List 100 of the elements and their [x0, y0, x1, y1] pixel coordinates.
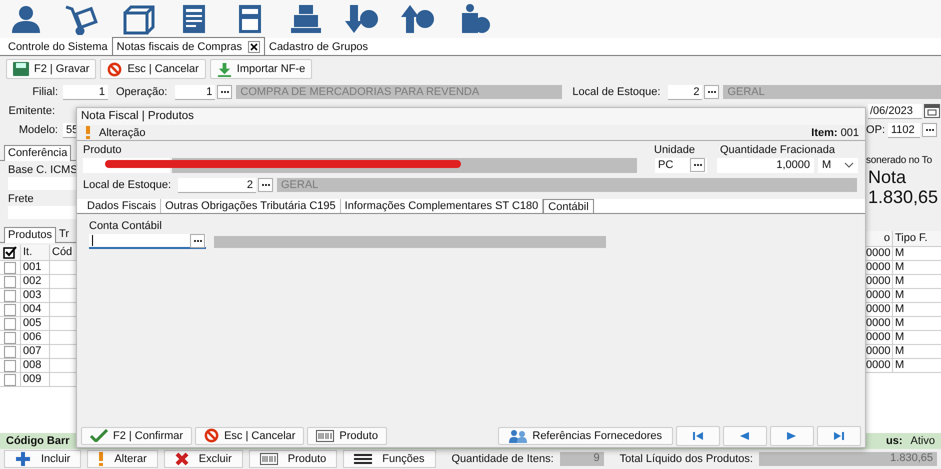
tab[interactable]: Notas fiscais de Compras: [112, 37, 265, 55]
status-value: Ativo: [910, 435, 935, 447]
table-cell: 004: [21, 303, 50, 316]
column-header: Cód: [51, 245, 74, 260]
field-label: Modelo:: [18, 124, 58, 136]
table-cell: 005: [21, 317, 50, 330]
operation-code-field[interactable]: 1: [175, 84, 216, 100]
total-value: 1.830,65: [868, 187, 940, 207]
stock-code-field[interactable]: 2: [668, 84, 702, 100]
check-all-icon[interactable]: [3, 246, 17, 259]
suppliers-button[interactable]: Referências Fornecedores: [498, 426, 673, 444]
barcode-label: Código Barr: [6, 435, 70, 447]
cash-register-icon[interactable]: [288, 3, 324, 35]
toolbar-button[interactable]: Funções: [343, 450, 436, 468]
check-icon: [90, 429, 108, 442]
field-label: Unidade: [654, 144, 696, 156]
ellipsis-icon: [220, 90, 230, 94]
tab[interactable]: Outras Obrigações Tributária C195: [161, 199, 341, 213]
last-icon: [831, 430, 847, 442]
stock-description: GERAL: [277, 178, 857, 192]
row-checkbox[interactable]: [4, 262, 16, 274]
dialog-button[interactable]: F2 | Confirmar: [81, 426, 192, 444]
dialog-button[interactable]: Produto: [307, 426, 387, 444]
action-button[interactable]: F2 | Gravar: [6, 59, 96, 79]
field-label: sonerado no To: [866, 155, 933, 166]
navigation-button[interactable]: [817, 426, 861, 446]
total-label: Total Líquido dos Produtos:: [620, 453, 753, 465]
tab[interactable]: Contábil: [543, 199, 594, 213]
tab[interactable]: Dados Fiscais: [83, 199, 162, 213]
row-checkbox[interactable]: [4, 290, 16, 302]
download-icon: [216, 62, 232, 76]
close-icon[interactable]: [248, 40, 260, 52]
unit-field[interactable]: PC: [655, 158, 707, 172]
row-checkbox[interactable]: [4, 276, 16, 288]
up-arrow-coin-icon[interactable]: [400, 3, 436, 35]
action-button[interactable]: Importar NF-e: [210, 59, 312, 79]
status-label: us:: [886, 435, 903, 447]
account-field[interactable]: [89, 234, 206, 249]
row-checkbox[interactable]: [4, 332, 16, 344]
lookup-button[interactable]: [690, 158, 705, 172]
row-checkbox[interactable]: [4, 374, 16, 386]
table-cell-text: M: [894, 331, 906, 344]
navigation-button[interactable]: [770, 426, 814, 446]
toolbar-button[interactable]: Alterar: [87, 450, 158, 468]
tab[interactable]: Produtos: [4, 227, 56, 243]
table-cell: 002: [21, 275, 50, 288]
navigation-button[interactable]: [723, 426, 767, 446]
row-checkbox[interactable]: [4, 346, 16, 358]
filial-field[interactable]: 1: [63, 84, 108, 100]
cfop-field[interactable]: 1102: [888, 122, 920, 138]
table-cell-text: M: [894, 303, 906, 316]
total-title: Nota: [868, 167, 908, 187]
ellipsis-icon: [192, 238, 202, 242]
navigation-button[interactable]: [676, 426, 720, 446]
ellipsis-icon: [706, 90, 717, 94]
table-cell: 009: [21, 373, 50, 386]
prohibited-icon: [204, 428, 220, 443]
table-cell-text: M: [894, 261, 906, 274]
stock-code-field[interactable]: 2: [178, 178, 256, 192]
quantity-field[interactable]: 1,0000: [717, 158, 814, 172]
lookup-button[interactable]: [258, 178, 273, 192]
lookup-button[interactable]: [704, 85, 720, 99]
barcode-icon: [260, 453, 278, 465]
field-label: Emitente:: [8, 105, 55, 117]
prohibited-icon: [107, 62, 122, 76]
tab[interactable]: Controle do Sistema: [4, 38, 112, 55]
toolbar-button[interactable]: Produto: [248, 450, 338, 468]
tab[interactable]: Tr: [56, 227, 72, 242]
table-cell-text: M: [894, 247, 906, 260]
tab[interactable]: Conferência: [4, 145, 72, 161]
freight-field[interactable]: [8, 206, 76, 219]
row-checkbox[interactable]: [4, 304, 16, 316]
hand-truck-icon[interactable]: [64, 3, 100, 35]
type-dropdown[interactable]: M: [818, 158, 858, 172]
dialog-button[interactable]: Esc | Cancelar: [195, 426, 304, 444]
action-button[interactable]: Esc | Cancelar: [100, 59, 206, 79]
row-checkbox[interactable]: [4, 318, 16, 330]
lookup-button[interactable]: [190, 234, 205, 248]
field-label: Produto: [83, 144, 123, 156]
calendar-icon[interactable]: [924, 104, 940, 118]
x-icon: [174, 452, 189, 466]
users-icon: [509, 428, 528, 442]
floppy-icon: [13, 62, 29, 76]
toolbar-button[interactable]: Incluir: [4, 450, 82, 468]
table-cell: 007: [21, 345, 50, 358]
mode-label: Alteração: [99, 126, 146, 138]
field-label: Local de Estoque:: [572, 86, 660, 98]
total-field: 1.830,65: [758, 452, 937, 466]
down-arrow-coin-icon[interactable]: [344, 3, 380, 35]
row-checkbox[interactable]: [4, 360, 16, 372]
tab[interactable]: Cadastro de Grupos: [265, 38, 372, 55]
base-field[interactable]: [8, 177, 76, 190]
exclamation-icon: [85, 126, 91, 139]
toolbar-button[interactable]: Excluir: [164, 450, 243, 468]
lookup-button[interactable]: [922, 123, 937, 137]
field-label: Quantidade Fracionada: [720, 144, 835, 156]
table-cell-text: M: [894, 317, 906, 330]
lookup-button[interactable]: [217, 85, 232, 99]
exclamation-icon: [98, 452, 104, 466]
date-field[interactable]: /06/2023: [868, 104, 922, 118]
